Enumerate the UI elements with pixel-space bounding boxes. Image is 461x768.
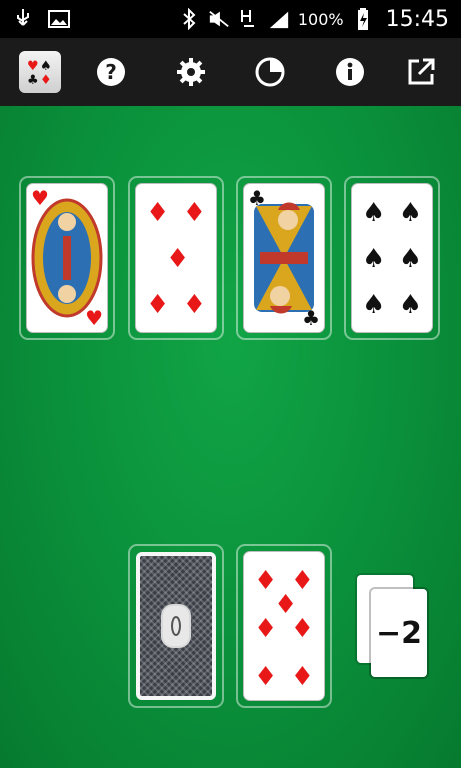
spade-icon: ♠ — [362, 244, 386, 274]
svg-text:♣: ♣ — [27, 73, 39, 87]
stats-pie-icon — [255, 57, 285, 87]
signal-bars-icon — [268, 8, 290, 30]
diamond-icon: ♦ — [146, 290, 170, 320]
bluetooth-icon — [178, 8, 200, 30]
statistics-button[interactable] — [239, 44, 303, 100]
info-button[interactable] — [318, 44, 382, 100]
heart-icon: ♥ — [85, 306, 103, 330]
app-logo-icon: ♥ ♠ ♣ ♦ — [18, 51, 61, 93]
spade-icon: ♠ — [398, 290, 422, 320]
card-six-of-spades[interactable]: ♠ ♠ ♠ ♠ ♠ ♠ — [352, 184, 432, 332]
stock-pile[interactable] — [128, 544, 224, 708]
penalty-counter: −2 — [371, 589, 427, 677]
battery-percent: 100% — [297, 9, 344, 29]
diamond-icon: ♦ — [166, 244, 190, 274]
card-five-of-diamonds[interactable]: ♦ ♦ ♦ ♦ ♦ — [136, 184, 216, 332]
svg-text:♥: ♥ — [27, 59, 39, 74]
share-external-icon — [408, 58, 435, 85]
spade-icon: ♠ — [362, 290, 386, 320]
app-logo-button[interactable]: ♥ ♠ ♣ ♦ — [8, 44, 72, 100]
mute-icon — [208, 8, 230, 30]
card-back-emblem-icon — [161, 604, 191, 648]
foundation-pile-1[interactable]: ♥ ♥ — [19, 176, 115, 340]
help-icon: ? — [97, 58, 126, 86]
help-button[interactable]: ? — [80, 44, 144, 100]
card-king-of-hearts[interactable]: ♥ ♥ — [27, 184, 107, 332]
spade-icon: ♠ — [362, 198, 386, 228]
settings-button[interactable] — [159, 44, 223, 100]
svg-text:♠: ♠ — [40, 59, 52, 74]
diamond-icon: ♦ — [290, 662, 314, 692]
diamond-icon: ♦ — [254, 614, 278, 644]
foundation-pile-4[interactable]: ♠ ♠ ♠ ♠ ♠ ♠ — [344, 176, 440, 340]
info-icon — [335, 58, 364, 86]
svg-text:♦: ♦ — [40, 73, 52, 87]
image-icon — [48, 8, 70, 30]
foundation-pile-2[interactable]: ♦ ♦ ♦ ♦ ♦ — [128, 176, 224, 340]
spade-icon: ♠ — [398, 244, 422, 274]
card-king-of-clubs[interactable]: ♣ ♣ — [244, 184, 324, 332]
share-button[interactable] — [390, 44, 454, 100]
card-back[interactable] — [136, 552, 216, 700]
signal-h-icon — [238, 8, 260, 30]
penalty-label: −2 — [375, 615, 422, 651]
usb-icon — [12, 8, 34, 30]
card-seven-of-diamonds[interactable]: ♦ ♦ ♦ ♦ ♦ ♦ ♦ — [244, 552, 324, 700]
battery-charging-icon — [352, 8, 374, 30]
diamond-icon: ♦ — [182, 198, 206, 228]
club-icon: ♣ — [302, 306, 320, 330]
diamond-icon: ♦ — [182, 290, 206, 320]
status-bar: 100% 15:45 — [0, 0, 461, 38]
settings-icon — [176, 58, 205, 86]
svg-text:?: ? — [105, 60, 117, 84]
diamond-icon: ♦ — [254, 662, 278, 692]
waste-pile[interactable]: ♦ ♦ ♦ ♦ ♦ ♦ ♦ — [236, 544, 332, 708]
clock: 15:45 — [385, 6, 449, 32]
diamond-icon: ♦ — [146, 198, 170, 228]
toolbar: ♥ ♠ ♣ ♦ ? — [0, 38, 461, 106]
foundation-pile-3[interactable]: ♣ ♣ — [236, 176, 332, 340]
diamond-icon: ♦ — [290, 614, 314, 644]
spade-icon: ♠ — [398, 198, 422, 228]
